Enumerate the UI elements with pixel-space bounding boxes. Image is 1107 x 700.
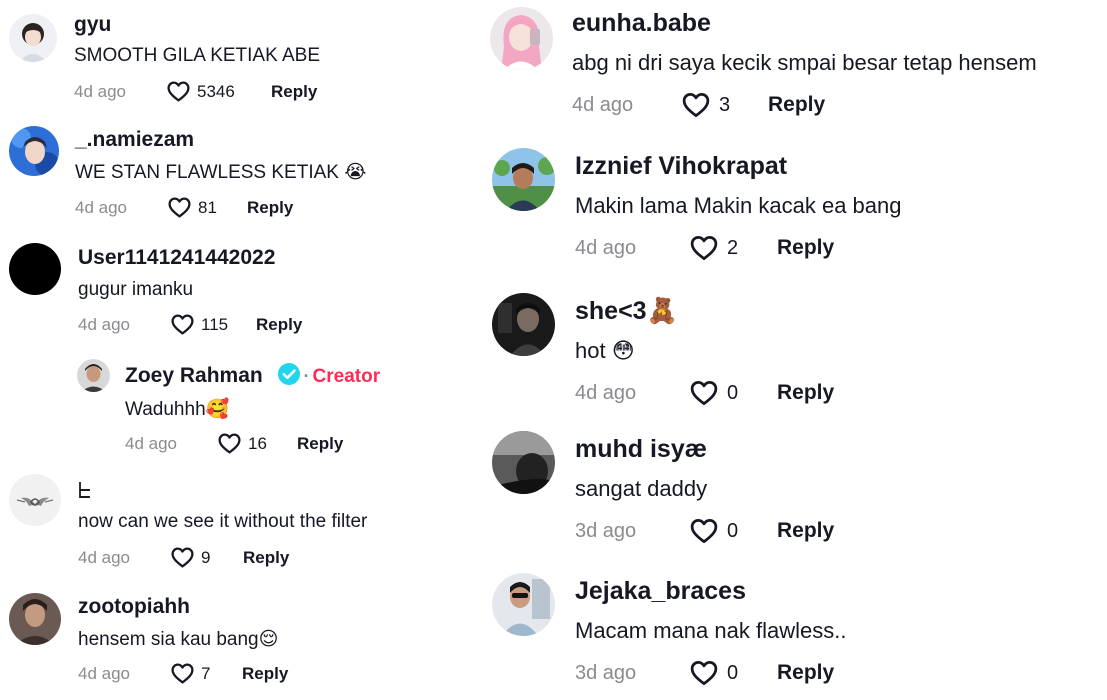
comment-username[interactable]: muhd isyæ xyxy=(575,435,707,464)
comment-timestamp: 4d ago xyxy=(575,237,637,259)
like-count: 81 xyxy=(198,197,217,217)
like-button[interactable]: 9 xyxy=(170,545,210,570)
comment-username[interactable]: zootopiahh xyxy=(78,595,190,619)
comment-username[interactable]: ᖶ xyxy=(78,478,91,504)
avatar[interactable] xyxy=(492,573,555,636)
comment-username[interactable]: she<3🧸 xyxy=(575,297,678,326)
comment-username[interactable]: User1141241442022 xyxy=(78,246,275,270)
creator-name[interactable]: Zoey Rahman xyxy=(125,364,263,387)
like-count: 5346 xyxy=(197,81,235,101)
comment-username[interactable]: _.namiezam xyxy=(75,128,194,152)
reply-button[interactable]: Reply xyxy=(243,548,289,568)
comment-text: hot 😳 xyxy=(575,338,635,363)
like-count: 0 xyxy=(727,381,739,404)
heart-outline-icon xyxy=(170,661,195,686)
comment-text: Macam mana nak flawless.. xyxy=(575,618,847,643)
like-count: 2 xyxy=(727,236,739,259)
reply-button[interactable]: Reply xyxy=(768,93,825,117)
like-count: 115 xyxy=(201,314,229,334)
like-button[interactable]: 0 xyxy=(689,658,738,688)
like-button[interactable]: 16 xyxy=(217,431,267,456)
like-button[interactable]: 0 xyxy=(689,516,738,546)
comment-text: sangat daddy xyxy=(575,476,708,501)
comment-username[interactable]: Izznief Vihokrapat xyxy=(575,152,787,181)
comment-text: hensem sia kau bang😌 xyxy=(78,629,279,650)
reply-button[interactable]: Reply xyxy=(777,236,834,260)
heart-outline-icon xyxy=(689,658,719,688)
reply-button[interactable]: Reply xyxy=(777,381,834,405)
like-button[interactable]: 0 xyxy=(689,378,738,408)
like-button[interactable]: 2 xyxy=(689,233,738,263)
avatar[interactable] xyxy=(492,293,555,356)
heart-outline-icon xyxy=(166,79,191,104)
like-count: 16 xyxy=(248,433,267,453)
avatar[interactable] xyxy=(492,431,555,494)
like-count: 7 xyxy=(201,663,211,683)
verified-check-icon xyxy=(277,363,300,386)
comment-username[interactable]: gyu xyxy=(74,13,111,37)
comment-username[interactable]: Jejaka_braces xyxy=(575,577,746,606)
avatar[interactable] xyxy=(9,243,61,295)
comment-timestamp: 4d ago xyxy=(78,548,130,567)
avatar[interactable] xyxy=(490,7,553,70)
comment-timestamp: 3d ago xyxy=(575,662,637,684)
avatar[interactable] xyxy=(9,126,59,176)
separator-dot: · xyxy=(303,366,310,386)
heart-outline-icon xyxy=(689,378,719,408)
comment-text: WE STAN FLAWLESS KETIAK 😭 xyxy=(75,162,367,183)
comment-timestamp: 4d ago xyxy=(74,82,126,101)
comment-text: now can we see it without the filter xyxy=(78,511,368,532)
comment-timestamp: 4d ago xyxy=(75,198,127,217)
heart-outline-icon xyxy=(689,516,719,546)
like-count: 9 xyxy=(201,547,211,567)
heart-outline-icon xyxy=(681,90,711,120)
comment-timestamp: 4d ago xyxy=(78,664,130,683)
comment-timestamp: 3d ago xyxy=(575,520,637,542)
comment-username[interactable]: eunha.babe xyxy=(572,9,711,38)
creator-badge: Creator xyxy=(312,366,381,387)
like-count: 0 xyxy=(727,661,739,684)
heart-outline-icon xyxy=(217,431,242,456)
heart-outline-icon xyxy=(167,195,192,220)
like-button[interactable]: 115 xyxy=(170,312,228,337)
reply-button[interactable]: Reply xyxy=(256,315,302,335)
comment-timestamp: 4d ago xyxy=(78,315,130,334)
like-button[interactable]: 81 xyxy=(167,195,217,220)
comment-text: SMOOTH GILA KETIAK ABE xyxy=(74,45,321,66)
heart-outline-icon xyxy=(689,233,719,263)
heart-outline-icon xyxy=(170,545,195,570)
comment-username[interactable]: Zoey Rahman · Creator xyxy=(125,363,381,388)
reply-button[interactable]: Reply xyxy=(297,434,343,454)
like-count: 0 xyxy=(727,519,739,542)
like-button[interactable]: 7 xyxy=(170,661,210,686)
reply-button[interactable]: Reply xyxy=(242,664,288,684)
avatar[interactable] xyxy=(9,474,61,526)
comment-timestamp: 4d ago xyxy=(575,382,637,404)
avatar[interactable] xyxy=(9,14,57,62)
heart-outline-icon xyxy=(170,312,195,337)
reply-button[interactable]: Reply xyxy=(777,661,834,685)
like-count: 3 xyxy=(719,93,731,116)
avatar[interactable] xyxy=(77,359,110,392)
avatar[interactable] xyxy=(492,148,555,211)
avatar[interactable] xyxy=(9,593,61,645)
comment-text: Makin lama Makin kacak ea bang xyxy=(575,193,902,218)
comment-text: gugur imanku xyxy=(78,279,194,300)
reply-button[interactable]: Reply xyxy=(777,519,834,543)
comment-text: abg ni dri saya kecik smpai besar tetap … xyxy=(572,50,1037,75)
like-button[interactable]: 5346 xyxy=(166,79,235,104)
like-button[interactable]: 3 xyxy=(681,90,730,120)
reply-button[interactable]: Reply xyxy=(271,82,317,102)
comment-timestamp: 4d ago xyxy=(572,94,634,116)
reply-button[interactable]: Reply xyxy=(247,198,293,218)
comment-timestamp: 4d ago xyxy=(125,434,177,453)
comment-text: Waduhhh🥰 xyxy=(125,399,230,420)
